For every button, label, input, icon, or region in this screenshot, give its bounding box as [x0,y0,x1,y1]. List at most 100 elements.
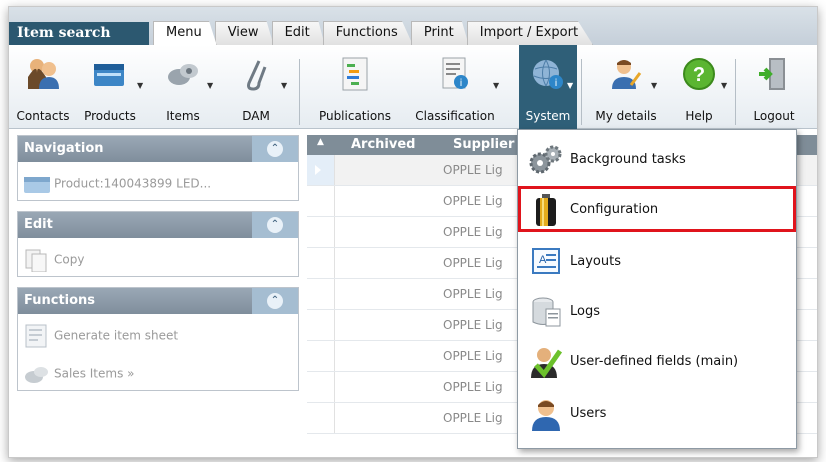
product-icon [24,177,50,193]
system-button[interactable]: i ▼ System [519,45,577,129]
tab-print[interactable]: Print [410,21,469,45]
row-selector[interactable] [307,372,335,402]
logout-label: Logout [753,109,795,123]
classification-label: Classification [415,109,495,123]
sales-items-icon [25,367,48,383]
menu-item-users[interactable]: Users [518,390,796,436]
sort-up-icon[interactable]: ▲ [317,137,324,147]
supplier-cell: OPPLE Lig [443,225,503,239]
help-button[interactable]: ? ▼ Help [669,45,729,129]
products-button[interactable]: ▼ Products [75,45,145,129]
copy-action[interactable]: Copy [18,238,298,276]
user-icon [532,400,560,431]
row-selector[interactable] [307,155,335,185]
tab-import-export[interactable]: Import / Export [466,21,594,45]
svg-text:i: i [460,78,463,89]
sales-items-label: Sales Items » [54,366,135,381]
users-label: Users [570,406,607,421]
tab-functions[interactable]: Functions [322,21,413,45]
functions-collapse-button[interactable]: ⌃ [252,288,298,314]
logout-button[interactable]: Logout [743,45,805,129]
item-sheet-icon [25,324,47,348]
copy-icon [25,249,47,272]
classification-icon: i [442,57,468,89]
system-chevron-down-icon[interactable]: ▼ [567,81,573,90]
my-details-user-icon [612,60,642,89]
my-details-button[interactable]: ▼ My details [589,45,663,129]
edit-panel: Edit ⌃ Copy [17,211,299,277]
navigation-panel-header: Navigation ⌃ [18,136,298,162]
products-label: Products [84,109,136,123]
generate-item-sheet-action[interactable]: Generate item sheet [18,314,298,352]
system-label: System [525,109,571,123]
sales-items-action[interactable]: Sales Items » [18,352,298,390]
items-button[interactable]: ▼ Items [151,45,215,129]
toolbar: Contacts ▼ Products ▼ Items ▼ DAM Public… [9,45,817,129]
column-archived[interactable]: Archived [351,137,416,152]
toolbar-divider [581,59,582,125]
user-fields-check-icon [531,348,563,379]
supplier-cell: OPPLE Lig [443,318,503,332]
items-chevron-down-icon[interactable]: ▼ [207,81,213,90]
app-window: Item search Menu View Edit Functions Pri… [8,6,818,458]
app-title: Item search [9,22,149,46]
contacts-button[interactable]: Contacts [11,45,75,129]
my-details-chevron-down-icon[interactable]: ▼ [651,81,657,90]
logs-icon [532,297,561,327]
system-globe-icon: i [533,59,563,89]
dam-chevron-down-icon[interactable]: ▼ [281,81,287,90]
gears-icon [529,145,562,174]
functions-panel: Functions ⌃ Generate item sheet Sales It… [17,287,299,391]
navigation-panel-title: Navigation [24,141,104,156]
supplier-cell: OPPLE Lig [443,163,503,177]
tab-view[interactable]: View [214,21,274,45]
navigation-product-link[interactable]: Product:140043899 LED... [18,162,298,200]
svg-text:A: A [539,254,547,266]
tab-edit[interactable]: Edit [271,21,325,45]
tab-bar: Item search Menu View Edit Functions Pri… [9,7,817,46]
classification-button[interactable]: i ▼ Classification [405,45,505,129]
publications-icon [342,57,368,91]
user-defined-fields-label: User-defined fields (main) [570,354,739,369]
menu-item-user-defined-fields[interactable]: User-defined fields (main) [518,338,796,384]
row-selector[interactable] [307,248,335,278]
row-selector[interactable] [307,217,335,247]
supplier-cell: OPPLE Lig [443,349,503,363]
row-selector[interactable] [307,186,335,216]
edit-collapse-button[interactable]: ⌃ [252,212,298,238]
dam-label: DAM [242,109,270,123]
products-icon [94,64,124,86]
row-selector[interactable] [307,279,335,309]
copy-label: Copy [54,252,85,267]
contacts-label: Contacts [16,109,70,123]
row-selector[interactable] [307,403,335,433]
items-icon [168,64,198,85]
generate-item-sheet-label: Generate item sheet [54,328,179,343]
classification-chevron-down-icon[interactable]: ▼ [493,81,499,90]
navigation-collapse-button[interactable]: ⌃ [252,136,298,162]
publications-button[interactable]: Publications [309,45,401,129]
row-selector[interactable] [307,310,335,340]
menu-item-background-tasks[interactable]: Background tasks [518,136,796,182]
products-chevron-down-icon[interactable]: ▼ [137,81,143,90]
contacts-icon [28,59,59,89]
navigation-panel: Navigation ⌃ Product:140043899 LED... [17,135,299,201]
dam-button[interactable]: ▼ DAM [221,45,291,129]
menu-item-logs[interactable]: Logs [518,288,796,334]
menu-item-configuration[interactable]: Configuration [518,186,796,232]
navigation-product-label: Product:140043899 LED... [54,176,212,191]
supplier-cell: OPPLE Lig [443,194,503,208]
menu-item-layouts[interactable]: A Layouts [518,238,796,284]
left-panel: Navigation ⌃ Product:140043899 LED... Ed… [17,135,299,453]
supplier-cell: OPPLE Lig [443,380,503,394]
toolbar-divider [299,59,300,125]
svg-text:i: i [555,78,558,89]
tab-menu[interactable]: Menu [153,21,217,45]
functions-panel-title: Functions [24,293,96,308]
paperclip-icon [247,60,267,91]
row-selector[interactable] [307,341,335,371]
edit-panel-header: Edit ⌃ [18,212,298,238]
configuration-label: Configuration [570,202,659,217]
help-chevron-down-icon[interactable]: ▼ [721,81,727,90]
column-supplier[interactable]: Supplier [453,137,514,152]
